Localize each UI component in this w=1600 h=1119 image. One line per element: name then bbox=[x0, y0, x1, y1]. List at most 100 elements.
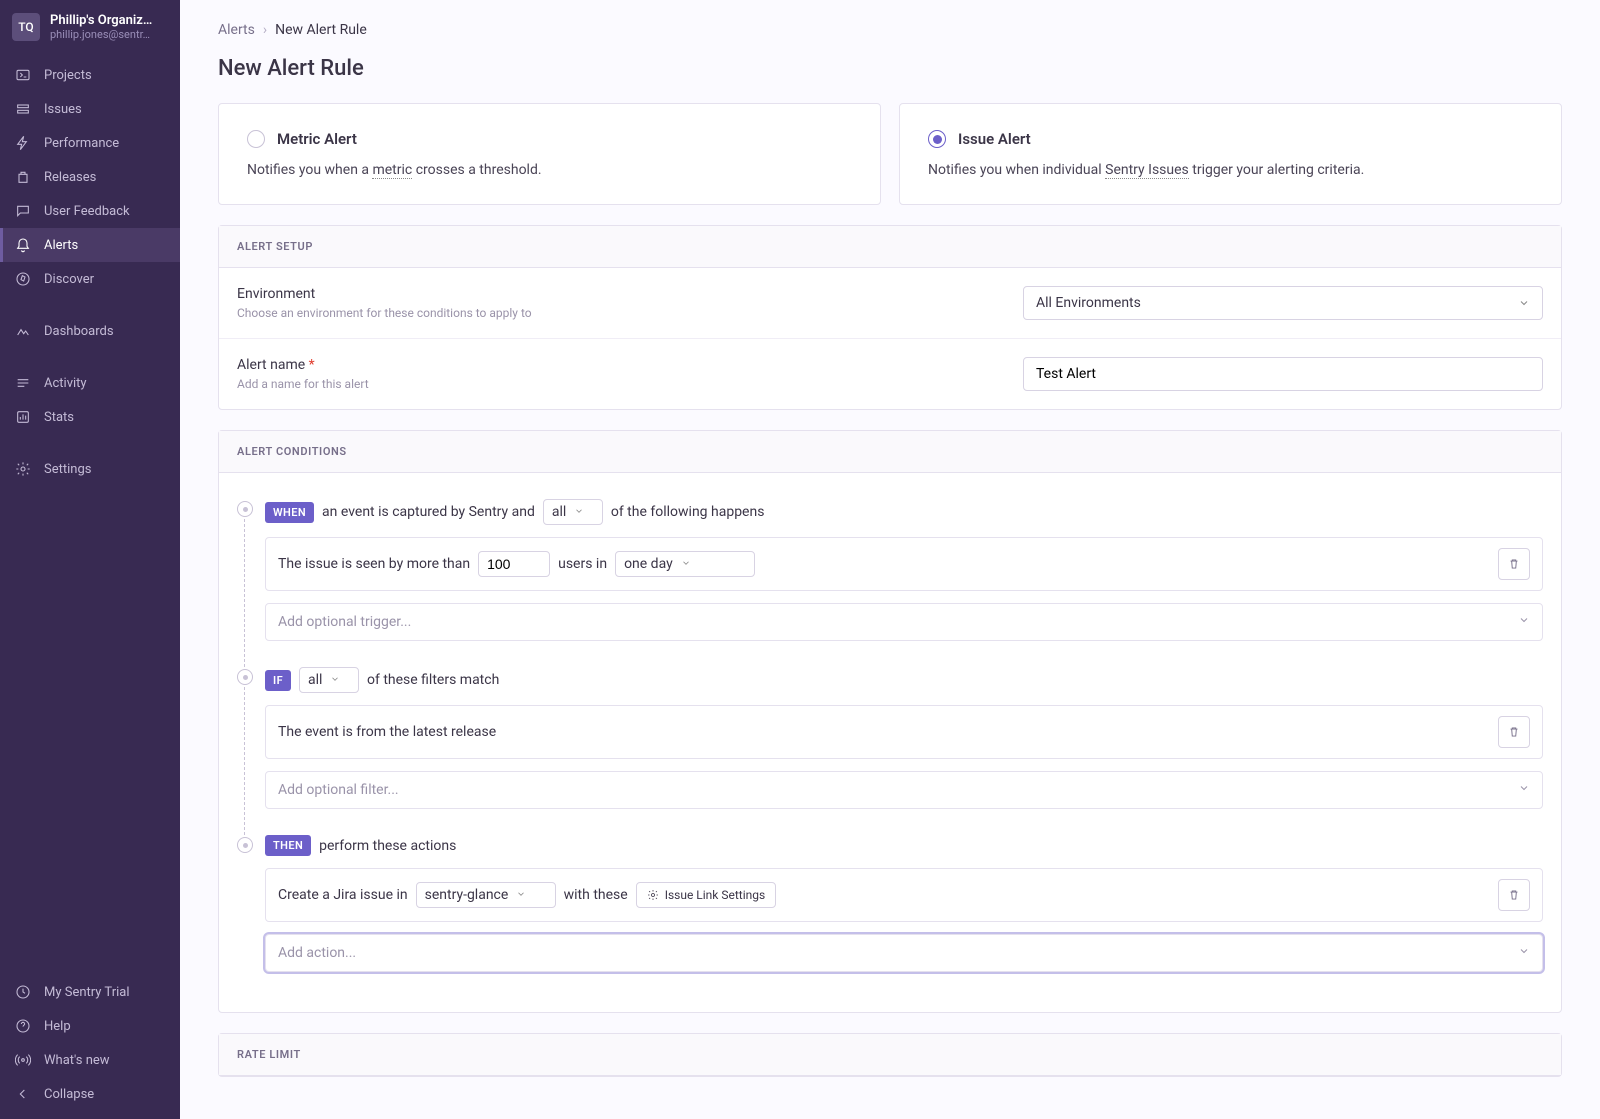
when-badge: When bbox=[265, 502, 314, 523]
then-rule-post: with these bbox=[564, 887, 628, 903]
nav-label: Collapse bbox=[44, 1087, 94, 1102]
add-trigger-placeholder: Add optional trigger... bbox=[278, 614, 411, 630]
chevron-down-icon bbox=[1518, 945, 1530, 961]
stats-icon bbox=[14, 408, 32, 426]
nav-activity[interactable]: Activity bbox=[0, 366, 180, 400]
nav-label: Stats bbox=[44, 410, 74, 425]
then-rule-row: Create a Jira issue in sentry-glance wit… bbox=[265, 868, 1543, 922]
when-text-post: of the following happens bbox=[611, 504, 765, 520]
when-match-select[interactable]: all bbox=[543, 499, 603, 525]
delete-when-rule-button[interactable] bbox=[1498, 548, 1530, 580]
nav-secondary: Dashboards bbox=[0, 310, 180, 352]
delete-if-rule-button[interactable] bbox=[1498, 716, 1530, 748]
nav-dashboards[interactable]: Dashboards bbox=[0, 314, 180, 348]
if-text-post: of these filters match bbox=[367, 672, 499, 688]
nav-label: Help bbox=[44, 1019, 71, 1034]
alert-conditions-header: Alert Conditions bbox=[219, 431, 1561, 473]
alert-name-help: Add a name for this alert bbox=[237, 377, 983, 391]
then-badge: Then bbox=[265, 835, 311, 856]
settings-icon bbox=[14, 460, 32, 478]
help-icon bbox=[14, 1017, 32, 1035]
nav-performance[interactable]: Performance bbox=[0, 126, 180, 160]
issues-icon bbox=[14, 100, 32, 118]
alert-name-input-wrap bbox=[1023, 357, 1543, 391]
alert-name-input[interactable] bbox=[1036, 366, 1530, 382]
jira-project-select[interactable]: sentry-glance bbox=[416, 882, 556, 908]
nav-discover[interactable]: Discover bbox=[0, 262, 180, 296]
issue-alert-card[interactable]: Issue Alert Notifies you when individual… bbox=[899, 103, 1562, 205]
add-action-placeholder: Add action... bbox=[278, 945, 356, 961]
nav-whats-new[interactable]: What's new bbox=[0, 1043, 180, 1077]
chevron-down-icon bbox=[330, 672, 340, 688]
nav-label: User Feedback bbox=[44, 204, 130, 219]
nav-projects[interactable]: Projects bbox=[0, 58, 180, 92]
nav-help[interactable]: Help bbox=[0, 1009, 180, 1043]
then-rule-pre: Create a Jira issue in bbox=[278, 887, 408, 903]
nav-user-feedback[interactable]: User Feedback bbox=[0, 194, 180, 228]
when-count-input[interactable] bbox=[478, 551, 550, 577]
environment-help: Choose an environment for these conditio… bbox=[237, 306, 983, 320]
alert-setup-panel: Alert Setup Environment Choose an enviro… bbox=[218, 225, 1562, 410]
nav-releases[interactable]: Releases bbox=[0, 160, 180, 194]
broadcast-icon bbox=[14, 1051, 32, 1069]
nav-label: Discover bbox=[44, 272, 94, 287]
chevron-down-icon bbox=[1518, 614, 1530, 630]
radio-unselected[interactable] bbox=[247, 130, 265, 148]
issue-link-settings-button[interactable]: Issue Link Settings bbox=[636, 882, 777, 908]
issue-alert-title: Issue Alert bbox=[958, 130, 1031, 148]
environment-value: All Environments bbox=[1036, 295, 1141, 311]
nav-settings[interactable]: Settings bbox=[0, 452, 180, 486]
sidebar: TQ Phillip's Organiz… phillip.jones@sent… bbox=[0, 0, 180, 1119]
page-title: New Alert Rule bbox=[218, 56, 1562, 81]
chevron-down-icon bbox=[1518, 297, 1530, 309]
alert-type-selector: Metric Alert Notifies you when a metric … bbox=[218, 103, 1562, 205]
nav-trial[interactable]: My Sentry Trial bbox=[0, 975, 180, 1009]
if-rule-row: The event is from the latest release bbox=[265, 705, 1543, 759]
radio-selected[interactable] bbox=[928, 130, 946, 148]
nav-label: Settings bbox=[44, 462, 91, 477]
metric-alert-desc: Notifies you when a metric crosses a thr… bbox=[247, 162, 852, 178]
rate-limit-header: Rate Limit bbox=[219, 1034, 1561, 1076]
metric-alert-card[interactable]: Metric Alert Notifies you when a metric … bbox=[218, 103, 881, 205]
environment-select[interactable]: All Environments bbox=[1023, 286, 1543, 320]
issue-alert-desc: Notifies you when individual Sentry Issu… bbox=[928, 162, 1533, 178]
nav-stats[interactable]: Stats bbox=[0, 400, 180, 434]
nav-issues[interactable]: Issues bbox=[0, 92, 180, 126]
chevron-down-icon bbox=[516, 887, 526, 903]
environment-label: Environment bbox=[237, 286, 983, 302]
if-rule-text: The event is from the latest release bbox=[278, 724, 496, 740]
alert-name-label: Alert name * bbox=[237, 357, 983, 373]
timeline-node-icon bbox=[237, 837, 253, 853]
when-period-select[interactable]: one day bbox=[615, 551, 755, 577]
feedback-icon bbox=[14, 202, 32, 220]
if-match-select[interactable]: all bbox=[299, 667, 359, 693]
then-text: perform these actions bbox=[319, 838, 456, 854]
then-section: Then perform these actions Create a Jira… bbox=[237, 835, 1543, 972]
nav-settings-group: Settings bbox=[0, 448, 180, 490]
chevron-down-icon bbox=[1518, 782, 1530, 798]
activity-icon bbox=[14, 374, 32, 392]
if-badge: If bbox=[265, 670, 291, 691]
nav-footer: My Sentry Trial Help What's new Collapse bbox=[0, 971, 180, 1119]
when-rule-mid: users in bbox=[558, 556, 607, 572]
metric-alert-title: Metric Alert bbox=[277, 130, 357, 148]
nav-label: Performance bbox=[44, 136, 119, 151]
releases-icon bbox=[14, 168, 32, 186]
dashboards-icon bbox=[14, 322, 32, 340]
add-filter-select[interactable]: Add optional filter... bbox=[265, 771, 1543, 809]
nav-alerts[interactable]: Alerts bbox=[0, 228, 180, 262]
rate-limit-panel: Rate Limit bbox=[218, 1033, 1562, 1077]
nav-label: What's new bbox=[44, 1053, 110, 1068]
add-action-select[interactable]: Add action... bbox=[265, 934, 1543, 972]
performance-icon bbox=[14, 134, 32, 152]
delete-then-rule-button[interactable] bbox=[1498, 879, 1530, 911]
nav-collapse[interactable]: Collapse bbox=[0, 1077, 180, 1111]
timeline-node-icon bbox=[237, 669, 253, 685]
collapse-icon bbox=[14, 1085, 32, 1103]
breadcrumb-root[interactable]: Alerts bbox=[218, 22, 255, 38]
alert-name-row: Alert name * Add a name for this alert bbox=[219, 339, 1561, 409]
org-switcher[interactable]: TQ Phillip's Organiz… phillip.jones@sent… bbox=[0, 0, 180, 54]
breadcrumb-current: New Alert Rule bbox=[275, 22, 367, 38]
add-trigger-select[interactable]: Add optional trigger... bbox=[265, 603, 1543, 641]
alert-conditions-panel: Alert Conditions When an event is captur… bbox=[218, 430, 1562, 1013]
